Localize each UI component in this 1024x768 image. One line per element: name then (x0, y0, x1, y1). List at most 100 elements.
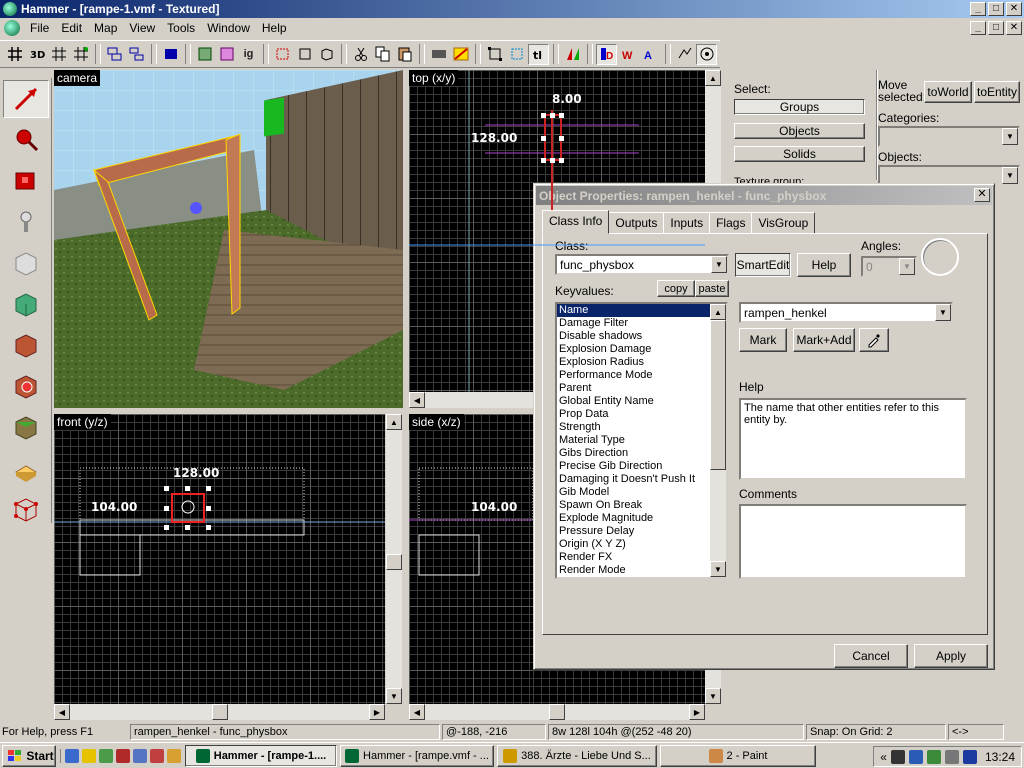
tab-visgroup[interactable]: VisGroup (751, 212, 816, 234)
front-vscroll[interactable]: ▲ ▼ (386, 414, 402, 704)
folder-icon[interactable] (82, 748, 96, 763)
scroll-down-icon[interactable]: ▼ (386, 688, 402, 704)
cancel-button[interactable]: Cancel (834, 644, 908, 668)
run-map-icon[interactable] (696, 43, 717, 65)
scroll-down-icon[interactable]: ▼ (705, 688, 721, 704)
keyvalue-item[interactable]: Spawn On Break (557, 499, 712, 512)
eyedropper-icon[interactable] (859, 328, 889, 352)
copy-icon[interactable] (372, 44, 393, 65)
comments-field[interactable] (739, 504, 967, 579)
show-world-icon[interactable]: W (618, 44, 639, 65)
solids-button[interactable]: Solids (734, 146, 865, 162)
keyvalue-item[interactable]: Damaging it Doesn't Push It (557, 473, 712, 486)
app-icon[interactable] (116, 748, 130, 763)
overlay-tool[interactable] (3, 408, 49, 446)
show-all-icon[interactable]: A (640, 44, 661, 65)
objects-button[interactable]: Objects (734, 123, 865, 139)
scroll-up-icon[interactable]: ▲ (710, 304, 726, 320)
menu-map[interactable]: Map (88, 21, 123, 35)
hollow-icon[interactable] (216, 44, 237, 65)
large-grid-icon[interactable] (70, 44, 91, 65)
scroll-right-icon[interactable]: ▶ (689, 704, 705, 720)
selection-tool[interactable] (3, 80, 49, 118)
scroll-thumb[interactable] (212, 704, 228, 720)
document-icon[interactable] (4, 20, 20, 36)
scroll-thumb[interactable] (386, 554, 402, 570)
hammer-app-icon[interactable] (3, 2, 17, 16)
apply-button[interactable]: Apply (914, 644, 988, 668)
tray-volume-icon[interactable] (944, 749, 959, 764)
scroll-right-icon[interactable]: ▶ (369, 704, 385, 720)
angles-select[interactable]: 0 ▼ (861, 256, 917, 277)
mark-add-button[interactable]: Mark+Add (793, 328, 855, 352)
chevron-down-icon[interactable]: ▼ (711, 256, 727, 273)
mdi-restore-button[interactable]: □ (988, 21, 1004, 35)
menu-file[interactable]: File (24, 21, 55, 35)
to-world-button[interactable]: toWorld (924, 81, 972, 103)
vertex-tool[interactable] (3, 490, 49, 528)
scroll-left-icon[interactable]: ◀ (409, 392, 425, 408)
keyvalue-item[interactable]: Render FX (557, 551, 712, 564)
minimize-button[interactable]: _ (970, 2, 986, 16)
keyvalue-item[interactable]: Global Entity Name (557, 395, 712, 408)
task-paint[interactable]: 2 - Paint (660, 744, 816, 767)
camera-viewport[interactable]: camera (54, 70, 403, 408)
clipping-tool[interactable] (3, 449, 49, 487)
chevron-down-icon[interactable]: ▼ (935, 304, 951, 321)
magnify-tool[interactable] (3, 121, 49, 159)
keyvalue-item[interactable]: Explode Magnitude (557, 512, 712, 525)
block-tool[interactable] (3, 244, 49, 282)
entity-tool[interactable] (3, 203, 49, 241)
compile-icon[interactable] (674, 44, 695, 65)
tray-firewall-icon[interactable] (962, 749, 977, 764)
menu-window[interactable]: Window (201, 21, 256, 35)
ig-icon[interactable]: ig (238, 44, 259, 65)
keyvalue-item[interactable]: Render Mode (557, 564, 712, 577)
dialog-close-button[interactable]: ✕ (974, 188, 990, 202)
scroll-thumb[interactable] (710, 320, 726, 470)
start-button[interactable]: Start (2, 744, 56, 767)
categories-select[interactable]: ▼ (878, 126, 1020, 147)
side-viewport-lower[interactable] (533, 670, 705, 704)
keyvalues-scrollbar[interactable]: ▲ ▼ (710, 304, 726, 577)
top-hscroll[interactable]: ◀ (409, 392, 539, 408)
texture-application-icon[interactable] (428, 44, 449, 65)
tray-network-icon[interactable] (908, 749, 923, 764)
keyvalue-item[interactable]: Gib Model (557, 486, 712, 499)
keyvalue-item[interactable]: Pressure Delay (557, 525, 712, 538)
tray-steam-icon[interactable] (926, 749, 941, 764)
apply-texture-tool[interactable] (3, 326, 49, 364)
carve-icon[interactable] (194, 44, 215, 65)
selection-box-icon[interactable] (506, 44, 527, 65)
side-hscroll[interactable]: ◀ ▶ (409, 704, 705, 720)
scroll-up-icon[interactable]: ▲ (386, 414, 402, 430)
ungroup-icon[interactable] (126, 44, 147, 65)
side-viewport[interactable]: 104.00 side (x/z) (409, 414, 533, 704)
scroll-thumb[interactable] (549, 704, 565, 720)
menu-view[interactable]: View (123, 21, 161, 35)
mdi-close-button[interactable]: ✕ (1006, 21, 1022, 35)
texture-tool[interactable] (3, 285, 49, 323)
help-icon[interactable] (160, 44, 181, 65)
camera-tool[interactable] (3, 162, 49, 200)
mail-icon[interactable] (150, 748, 164, 763)
keyvalue-item[interactable]: Strength (557, 421, 712, 434)
help-button[interactable]: Help (797, 253, 851, 277)
texture-lock-icon[interactable] (450, 44, 471, 65)
solid-icon[interactable] (294, 44, 315, 65)
menu-help[interactable]: Help (256, 21, 293, 35)
tray-chevron[interactable]: « (880, 750, 887, 764)
chevron-down-icon[interactable]: ▼ (1002, 128, 1018, 145)
paste-icon[interactable] (394, 44, 415, 65)
front-hscroll[interactable]: ◀ ▶ (54, 704, 385, 720)
tab-class-info[interactable]: Class Info (542, 210, 610, 234)
small-grid-icon[interactable] (48, 44, 69, 65)
scroll-left-icon[interactable]: ◀ (409, 704, 425, 720)
close-button[interactable]: ✕ (1006, 2, 1022, 16)
cut-icon[interactable] (350, 44, 371, 65)
tray-app-icon[interactable] (890, 749, 905, 764)
textured-icon[interactable] (316, 44, 337, 65)
3d-grid-icon[interactable]: 3D (26, 44, 47, 65)
task-hammer-1[interactable]: Hammer - [rampe-1.... (185, 744, 337, 767)
menu-tools[interactable]: Tools (161, 21, 201, 35)
